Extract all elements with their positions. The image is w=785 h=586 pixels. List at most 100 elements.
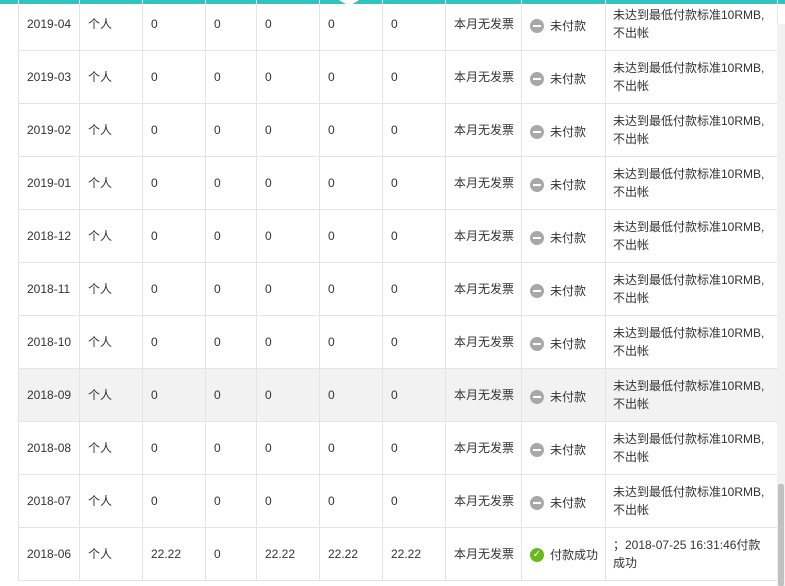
status-label: 未付款 bbox=[550, 283, 587, 298]
invoice-cell: 本月无发票 bbox=[445, 315, 522, 369]
status-cell: 未付款 bbox=[521, 262, 606, 316]
status-label: 未付款 bbox=[550, 230, 587, 245]
minus-circle-icon bbox=[530, 283, 544, 298]
invoice-cell: 本月无发票 bbox=[445, 474, 522, 528]
amount-cell-1: 0 bbox=[142, 368, 206, 422]
invoice-cell: 本月无发票 bbox=[445, 527, 522, 581]
amount-cell-1: 0 bbox=[142, 474, 206, 528]
status-badge: 未付款 bbox=[530, 335, 586, 353]
vertical-scrollbar[interactable] bbox=[777, 24, 785, 586]
amount-cell-4: 0 bbox=[319, 368, 383, 422]
remark-cell: 未达到最低付款标准10RMB,不出帐 bbox=[605, 50, 778, 104]
month-cell: 2018-07 bbox=[18, 474, 80, 528]
status-label: 未付款 bbox=[550, 336, 587, 351]
type-cell: 个人 bbox=[79, 262, 143, 316]
invoice-cell: 本月无发票 bbox=[445, 0, 522, 51]
type-cell: 个人 bbox=[79, 103, 143, 157]
amount-cell-4: 0 bbox=[319, 0, 383, 51]
amount-cell-5: 0 bbox=[382, 103, 446, 157]
invoice-cell: 本月无发票 bbox=[445, 209, 522, 263]
minus-circle-icon bbox=[530, 18, 544, 33]
status-label: 未付款 bbox=[550, 18, 587, 33]
table-row: 2019-04 个人 0 0 0 0 0 本月无发票 未付款 未达到最低付款标准10RMB,不出帐 bbox=[18, 0, 778, 51]
month-cell: 2019-03 bbox=[18, 50, 80, 104]
type-cell: 个人 bbox=[79, 474, 143, 528]
amount-cell-3: 0 bbox=[256, 156, 320, 210]
table-row: 2018-11 个人 0 0 0 0 0 本月无发票 未付款 未达到最低付款标准10RMB,不出帐 bbox=[18, 262, 778, 316]
amount-cell-3: 0 bbox=[256, 474, 320, 528]
status-label: 未付款 bbox=[550, 177, 587, 192]
amount-cell-2: 0 bbox=[205, 103, 257, 157]
table-row: 2018-10 个人 0 0 0 0 0 本月无发票 未付款 未达到最低付款标准10RMB,不出帐 bbox=[18, 315, 778, 369]
invoice-cell: 本月无发票 bbox=[445, 368, 522, 422]
table-row: 2018-09 个人 0 0 0 0 0 本月无发票 未付款 未达到最低付款标准10RMB,不出帐 bbox=[18, 368, 778, 422]
status-label: 未付款 bbox=[550, 389, 587, 404]
scrollbar-thumb[interactable] bbox=[778, 484, 784, 586]
remark-cell: 未达到最低付款标准10RMB,不出帐 bbox=[605, 262, 778, 316]
minus-circle-icon bbox=[530, 177, 544, 192]
status-badge: 未付款 bbox=[530, 123, 586, 141]
remark-cell: ；2018-07-25 16:31:46付款成功 bbox=[605, 527, 778, 581]
check-circle-icon: ✓ bbox=[530, 548, 544, 562]
minus-circle-icon bbox=[530, 495, 544, 510]
amount-cell-5: 0 bbox=[382, 209, 446, 263]
amount-cell-3: 0 bbox=[256, 262, 320, 316]
status-badge: 未付款 bbox=[530, 494, 586, 512]
amount-cell-1: 0 bbox=[142, 50, 206, 104]
status-badge: 未付款 bbox=[530, 176, 586, 194]
amount-cell-5: 0 bbox=[382, 262, 446, 316]
amount-cell-4: 0 bbox=[319, 103, 383, 157]
amount-cell-5: 0 bbox=[382, 368, 446, 422]
invoice-cell: 本月无发票 bbox=[445, 421, 522, 475]
remark-cell: 未达到最低付款标准10RMB,不出帐 bbox=[605, 474, 778, 528]
table-row: 2019-02 个人 0 0 0 0 0 本月无发票 未付款 未达到最低付款标准10RMB,不出帐 bbox=[18, 103, 778, 157]
type-cell: 个人 bbox=[79, 315, 143, 369]
remark-cell: 未达到最低付款标准10RMB,不出帐 bbox=[605, 368, 778, 422]
amount-cell-2: 0 bbox=[205, 474, 257, 528]
amount-cell-3: 0 bbox=[256, 0, 320, 51]
amount-cell-1: 0 bbox=[142, 209, 206, 263]
month-cell: 2019-04 bbox=[18, 0, 80, 51]
amount-cell-1: 0 bbox=[142, 262, 206, 316]
amount-cell-1: 0 bbox=[142, 156, 206, 210]
table-row: 2018-06 个人 22.22 0 22.22 22.22 22.22 本月无发票 ✓ 付款成功… bbox=[18, 527, 778, 581]
minus-circle-icon bbox=[530, 230, 544, 245]
amount-cell-5: 22.22 bbox=[382, 527, 446, 581]
status-badge: ✓ 付款成功 bbox=[530, 546, 598, 564]
amount-cell-3: 0 bbox=[256, 315, 320, 369]
payment-table-container: 2019-04 个人 0 0 0 0 0 本月无发票 未付款 未达到最低付款标准10RMB,不出帐… bbox=[18, 0, 778, 581]
status-badge: 未付款 bbox=[530, 388, 586, 406]
status-badge: 未付款 bbox=[530, 282, 586, 300]
amount-cell-2: 0 bbox=[205, 50, 257, 104]
status-badge: 未付款 bbox=[530, 229, 586, 247]
amount-cell-3: 0 bbox=[256, 209, 320, 263]
status-label: 未付款 bbox=[550, 442, 587, 457]
amount-cell-2: 0 bbox=[205, 421, 257, 475]
amount-cell-4: 0 bbox=[319, 156, 383, 210]
amount-cell-1: 0 bbox=[142, 0, 206, 51]
table-row: 2018-08 个人 0 0 0 0 0 本月无发票 未付款 未达到最低付款标准10RMB,不出帐 bbox=[18, 421, 778, 475]
amount-cell-1: 0 bbox=[142, 103, 206, 157]
status-label: 未付款 bbox=[550, 495, 587, 510]
table-row: 2019-03 个人 0 0 0 0 0 本月无发票 未付款 未达到最低付款标准10RMB,不出帐 bbox=[18, 50, 778, 104]
table-row: 2018-12 个人 0 0 0 0 0 本月无发票 未付款 未达到最低付款标准10RMB,不出帐 bbox=[18, 209, 778, 263]
amount-cell-1: 0 bbox=[142, 315, 206, 369]
invoice-cell: 本月无发票 bbox=[445, 103, 522, 157]
amount-cell-5: 0 bbox=[382, 0, 446, 51]
amount-cell-1: 0 bbox=[142, 421, 206, 475]
minus-circle-icon bbox=[530, 442, 544, 457]
table-row: 2018-07 个人 0 0 0 0 0 本月无发票 未付款 未达到最低付款标准10RMB,不出帐 bbox=[18, 474, 778, 528]
minus-circle-icon bbox=[530, 124, 544, 139]
amount-cell-5: 0 bbox=[382, 421, 446, 475]
amount-cell-2: 0 bbox=[205, 0, 257, 51]
amount-cell-5: 0 bbox=[382, 315, 446, 369]
status-cell: 未付款 bbox=[521, 103, 606, 157]
invoice-cell: 本月无发票 bbox=[445, 156, 522, 210]
amount-cell-3: 0 bbox=[256, 50, 320, 104]
type-cell: 个人 bbox=[79, 50, 143, 104]
status-cell: 未付款 bbox=[521, 421, 606, 475]
minus-circle-icon bbox=[530, 336, 544, 351]
type-cell: 个人 bbox=[79, 421, 143, 475]
amount-cell-4: 0 bbox=[319, 421, 383, 475]
status-cell: 未付款 bbox=[521, 474, 606, 528]
